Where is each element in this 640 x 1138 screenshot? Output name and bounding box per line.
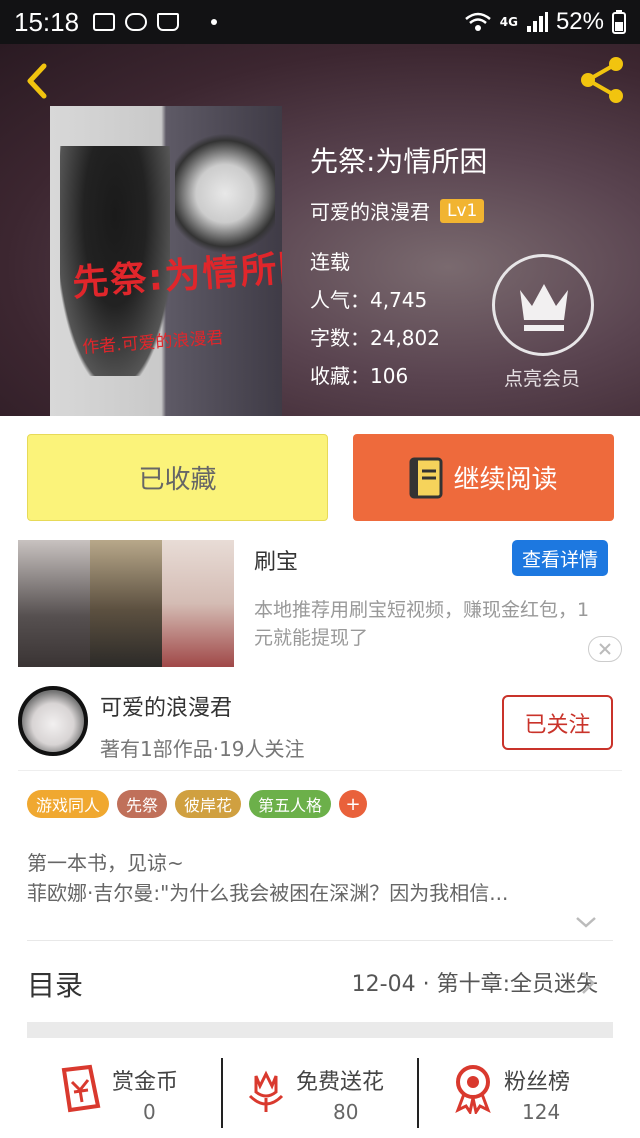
back-button[interactable] <box>14 56 64 106</box>
share-icon <box>581 57 623 103</box>
vip-button[interactable] <box>492 254 594 356</box>
add-tag-button[interactable]: + <box>339 790 368 818</box>
vip-label: 点亮会员 <box>504 368 581 390</box>
status-bar: 15:18 4G 52% <box>0 0 640 44</box>
crown-icon <box>520 284 568 331</box>
expand-description-button[interactable] <box>574 914 598 934</box>
tag-list: 游戏同人 先祭 彼岸花 第五人格 + <box>27 790 368 818</box>
stat-label: 赏金币 <box>112 1070 179 1095</box>
book-status: 连载 <box>310 250 350 274</box>
stat-divider <box>417 1058 419 1128</box>
tag-item[interactable]: 游戏同人 <box>27 790 110 818</box>
description-line: 菲欧娜·吉尔曼:"为什么我会被困在深渊？因为我相信... <box>27 881 509 905</box>
author-row: 可爱的浪漫君 Lv1 <box>310 196 485 225</box>
stat-divider <box>221 1058 223 1128</box>
book-description[interactable]: 第一本书，见谅~ 菲欧娜·吉尔曼:"为什么我会被困在深渊？因为我相信... <box>27 848 607 908</box>
author-card-sub: 著有1部作品·19人关注 <box>100 737 305 761</box>
stat-label: 粉丝榜 <box>504 1070 571 1095</box>
ad-image-1[interactable] <box>18 540 90 667</box>
share-button[interactable] <box>576 54 628 106</box>
wifi-icon <box>464 12 491 31</box>
book-word-count: 字数：24,802 <box>310 326 440 350</box>
section-separator <box>27 1022 613 1038</box>
book-icon <box>409 457 443 498</box>
chevron-down-icon <box>576 917 596 928</box>
toc-latest-chapter[interactable]: 12-04 · 第十章:全员迷失 <box>352 966 598 998</box>
tag-item[interactable]: 先祭 <box>117 790 168 818</box>
author-level-badge: Lv1 <box>440 198 485 223</box>
ad-image-3[interactable] <box>162 540 234 667</box>
continue-read-button[interactable]: 继续阅读 <box>353 434 614 521</box>
gold-coin-icon <box>61 1064 101 1113</box>
back-arrow-icon <box>27 63 47 99</box>
book-author[interactable]: 可爱的浪漫君 <box>310 196 430 225</box>
author-avatar[interactable] <box>18 686 88 756</box>
battery-percent: 52% <box>555 8 604 35</box>
book-header: 先祭:为情所困 作者.可爱的浪漫君 先祭:为情所困 可爱的浪漫君 Lv1 连载 … <box>0 44 640 416</box>
collected-button[interactable]: 已收藏 <box>27 434 328 521</box>
shop-notification-icon <box>157 13 180 31</box>
status-time: 15:18 <box>14 6 80 37</box>
ad-title: 刷宝 <box>254 550 299 575</box>
follow-button[interactable]: 已关注 <box>502 695 613 750</box>
book-title: 先祭:为情所困 <box>310 145 488 178</box>
signal-icon <box>526 12 548 32</box>
divider <box>18 770 622 771</box>
ad-image-2[interactable] <box>90 540 162 667</box>
toc-label[interactable]: 目录 <box>27 964 83 1004</box>
network-type: 4G <box>499 15 518 29</box>
flower-icon <box>248 1070 284 1112</box>
close-icon <box>599 643 611 655</box>
tag-item[interactable]: 第五人格 <box>249 790 332 818</box>
divider <box>27 940 613 941</box>
ad-description: 本地推荐用刷宝短视频，赚现金红包，1元就能提现了 <box>254 599 590 649</box>
more-notifications-icon <box>211 19 218 25</box>
description-line: 第一本书，见谅~ <box>27 851 184 875</box>
stat-value: 0 <box>143 1100 156 1124</box>
ad-close-button[interactable] <box>588 636 622 662</box>
author-card-name[interactable]: 可爱的浪漫君 <box>100 690 232 722</box>
continue-read-label: 继续阅读 <box>453 465 558 495</box>
book-favorites: 收藏：106 <box>310 364 409 388</box>
toc-chevron[interactable] <box>580 970 596 1000</box>
gallery-notification-icon <box>93 13 116 31</box>
ad-details-button[interactable]: 查看详情 <box>512 540 608 576</box>
book-popularity: 人气：4,745 <box>310 288 428 312</box>
tag-item[interactable]: 彼岸花 <box>175 790 242 818</box>
book-cover[interactable]: 先祭:为情所困 作者.可爱的浪漫君 <box>50 106 282 416</box>
stat-value: 124 <box>522 1100 561 1124</box>
battery-icon <box>612 10 626 34</box>
stat-value: 80 <box>333 1100 359 1124</box>
wechat-notification-icon <box>125 13 148 31</box>
chevron-right-icon <box>582 972 595 994</box>
medal-icon <box>455 1065 491 1114</box>
stat-label: 免费送花 <box>296 1070 385 1095</box>
